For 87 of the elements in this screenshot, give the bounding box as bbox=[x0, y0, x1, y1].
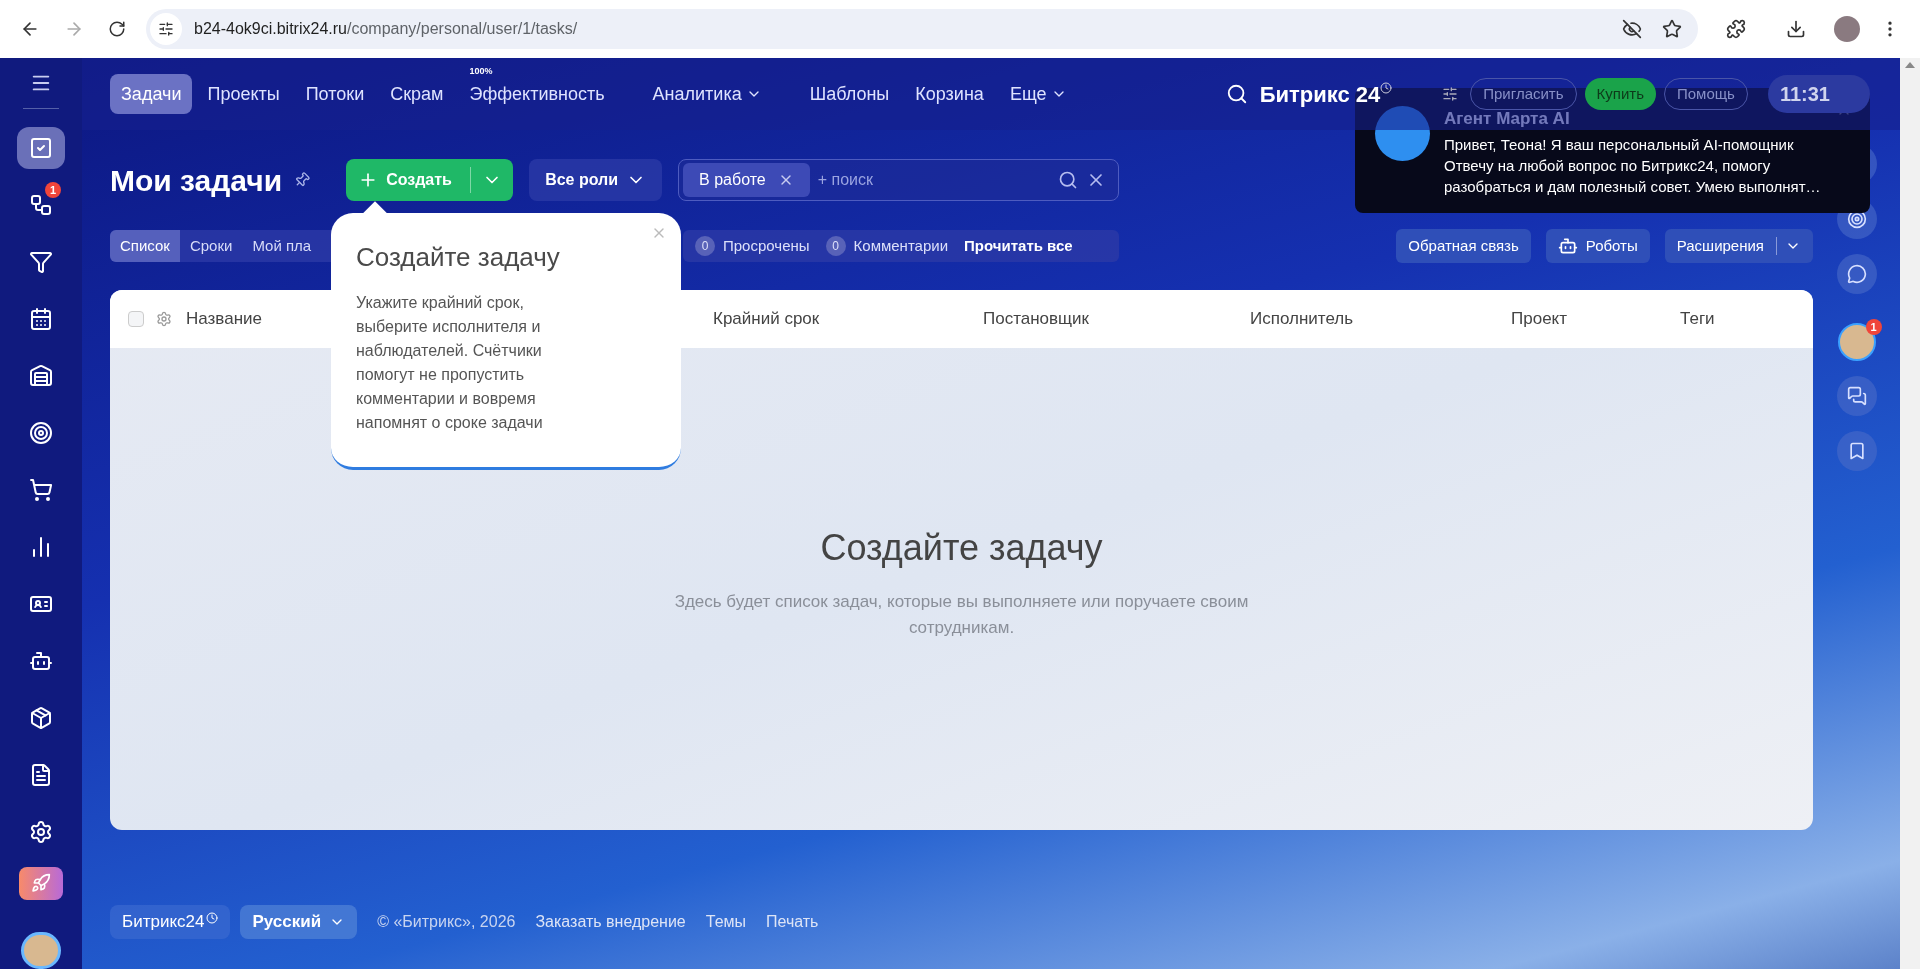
footer-link[interactable]: Заказать внедрение bbox=[535, 910, 686, 934]
nav-tab[interactable]: Корзина bbox=[904, 74, 995, 114]
bookmark-star-icon[interactable] bbox=[1662, 19, 1682, 39]
view-tab[interactable]: Сроки bbox=[179, 230, 243, 262]
hint-title: Создайте задачу bbox=[356, 241, 561, 274]
warehouse-icon bbox=[29, 363, 53, 388]
empty-state-text: Здесь будет список задач, которые вы выполняете или поручаете своим сотрудникам. bbox=[673, 591, 1250, 639]
column-header[interactable]: Постановщик bbox=[983, 309, 1090, 329]
header-button[interactable]: Купить bbox=[1584, 78, 1656, 110]
nav-tab[interactable]: Эффективность bbox=[458, 74, 616, 114]
nav-tab[interactable]: Скрам bbox=[379, 74, 455, 114]
logo[interactable]: Битрикс 24 bbox=[1259, 77, 1381, 111]
column-header[interactable]: Название bbox=[186, 309, 262, 329]
search-icon[interactable] bbox=[1225, 83, 1248, 105]
notification-badge: 1 bbox=[45, 181, 61, 198]
percent-label: 100% bbox=[469, 66, 493, 76]
nodes-icon bbox=[29, 192, 53, 217]
sliders-icon bbox=[158, 21, 174, 37]
nav-tab[interactable]: Шаблоны bbox=[798, 74, 901, 114]
logo-button[interactable]: Битрикс24 bbox=[110, 905, 231, 939]
search-input[interactable]: + поиск bbox=[817, 168, 1059, 192]
package-icon bbox=[29, 705, 53, 730]
search-field[interactable]: В работе + поиск bbox=[678, 159, 1120, 201]
reload-icon[interactable] bbox=[108, 20, 126, 38]
chat-icon bbox=[1846, 264, 1867, 284]
extensions-icon[interactable] bbox=[1726, 19, 1746, 39]
settings-icon bbox=[29, 819, 53, 844]
sliders-icon bbox=[1442, 86, 1459, 102]
rocket-icon bbox=[31, 873, 51, 894]
messages-icon bbox=[1846, 386, 1867, 406]
assistant-avatar bbox=[1375, 106, 1430, 161]
footer-link[interactable]: Темы bbox=[705, 910, 747, 934]
sidebar-item[interactable] bbox=[17, 126, 65, 169]
nav-tab[interactable]: Еще bbox=[998, 74, 1078, 114]
copyright-text: © «Битрикс», 2026 bbox=[377, 912, 516, 932]
notification-badge: 1 bbox=[1865, 319, 1882, 335]
clock-icon bbox=[1380, 82, 1393, 94]
checkbox-icon bbox=[29, 135, 53, 160]
empty-state-title: Создайте задачу bbox=[820, 526, 1103, 570]
eye-off-icon[interactable] bbox=[1622, 19, 1642, 39]
read-all-link[interactable]: Прочитать все bbox=[964, 234, 1073, 258]
download-icon[interactable] bbox=[1786, 19, 1806, 39]
target-icon bbox=[29, 420, 53, 445]
nav-tab[interactable]: Аналитика bbox=[641, 74, 773, 114]
action-button[interactable]: Обратная связь bbox=[1396, 229, 1531, 263]
robot-icon bbox=[1557, 236, 1578, 256]
nav-tab[interactable]: Потоки bbox=[294, 74, 376, 114]
rocket-button[interactable] bbox=[19, 866, 63, 900]
action-button[interactable]: Роботы bbox=[1545, 229, 1650, 263]
roles-button[interactable]: Все роли bbox=[529, 159, 663, 201]
calendar-icon bbox=[29, 306, 53, 331]
cart-icon bbox=[29, 477, 53, 502]
page-title: Мои задачи bbox=[110, 162, 283, 199]
site-info-button[interactable] bbox=[150, 13, 182, 45]
column-header[interactable]: Крайний срок bbox=[713, 309, 820, 329]
hint-text: Укажите крайний срок, выберите исполнителя и наблюдателей. Счётчики помогут не пропустить комментарии и вовремя напомнят о сроке задачи bbox=[356, 293, 544, 433]
time-button[interactable]: 11:31 bbox=[1767, 75, 1870, 113]
document-icon bbox=[29, 762, 53, 787]
select-all-checkbox[interactable] bbox=[128, 311, 144, 327]
filter-chip[interactable]: В работе bbox=[683, 163, 810, 197]
action-button[interactable]: Расширения bbox=[1664, 229, 1813, 263]
view-tab[interactable]: Мой пла bbox=[242, 230, 322, 262]
settings-icon[interactable] bbox=[156, 311, 172, 327]
user-avatar[interactable] bbox=[1837, 323, 1876, 361]
search-icon[interactable] bbox=[1058, 170, 1079, 190]
view-tab[interactable]: Список bbox=[110, 230, 180, 262]
footer-link[interactable]: Печать bbox=[766, 910, 819, 934]
rail-button[interactable] bbox=[1836, 254, 1877, 294]
column-header[interactable]: Исполнитель bbox=[1250, 309, 1354, 329]
url-text: b24-4ok9ci.bitrix24.ru/company/personal/user/1/tasks/ bbox=[194, 19, 578, 39]
column-header[interactable]: Проект bbox=[1511, 309, 1567, 329]
user-avatar[interactable] bbox=[21, 931, 61, 969]
clock-icon bbox=[206, 912, 219, 924]
counter-filter[interactable]: 0 Комментарии bbox=[825, 234, 949, 258]
column-header[interactable]: Теги bbox=[1680, 309, 1715, 329]
counter-filter[interactable]: 0 Просрочены bbox=[695, 234, 810, 258]
language-button[interactable]: Русский bbox=[240, 905, 358, 939]
address-bar[interactable]: b24-4ok9ci.bitrix24.ru/company/personal/user/1/tasks/ bbox=[146, 9, 1698, 49]
sidebar-item[interactable]: 1 bbox=[17, 183, 65, 226]
profile-avatar[interactable] bbox=[1834, 16, 1860, 42]
funnel-icon bbox=[29, 249, 53, 274]
nav-tab[interactable]: Задачи bbox=[110, 74, 193, 114]
scroll-up-icon[interactable] bbox=[1905, 62, 1915, 68]
scrollbar[interactable] bbox=[1900, 58, 1920, 969]
notification-text: Привет, Теона! Я ваш персональный AI-помощник Отвечу на любой вопрос по Битрикс24, помогу разобраться и дам полезный совет. Умею выполнят… bbox=[1444, 134, 1822, 197]
nav-tab[interactable]: Проекты bbox=[196, 74, 291, 114]
notification-title: Агент Марта AI bbox=[1444, 108, 1570, 130]
